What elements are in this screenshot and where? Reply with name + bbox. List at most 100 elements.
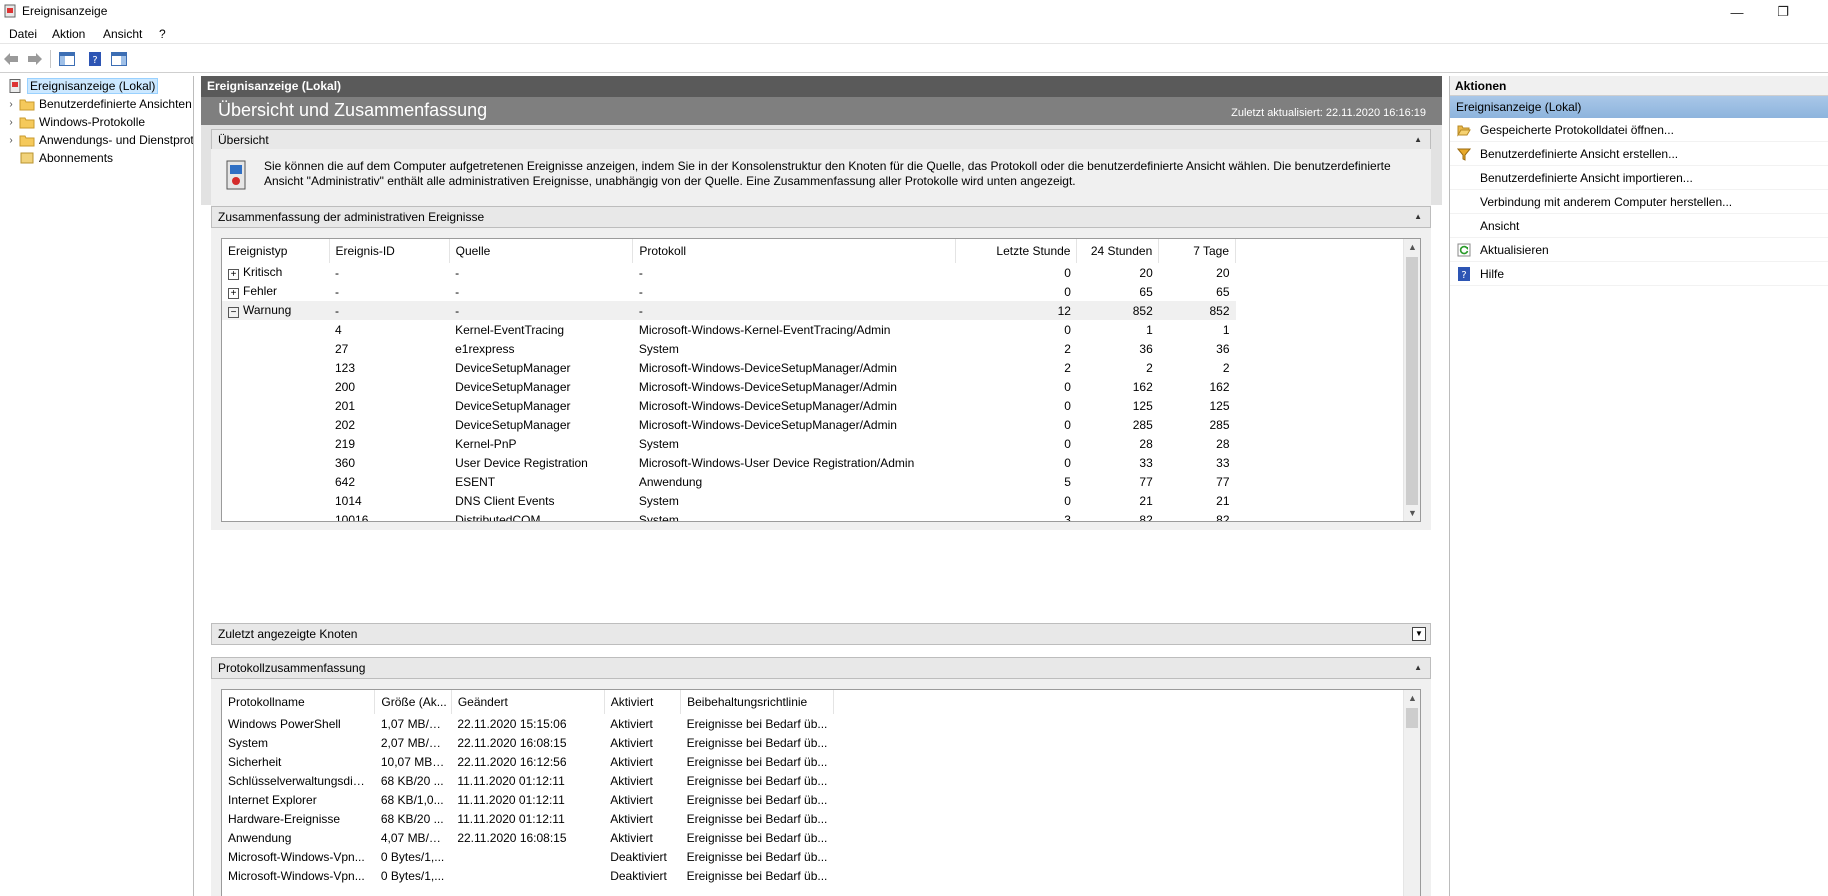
action-item[interactable]: Benutzerdefinierte Ansicht importieren..… — [1450, 166, 1828, 190]
table-row[interactable]: Microsoft-Windows-Vpn... 0 Bytes/1,... Dea… — [222, 847, 834, 866]
cell-size: 1,07 MB/1... — [380, 716, 446, 731]
column-header[interactable]: Geändert — [451, 690, 605, 714]
menu-aktion[interactable]: Aktion — [52, 27, 85, 41]
cell-day: 1 — [1146, 322, 1153, 337]
table-row[interactable]: 642 ESENT Anwendung 5 77 77 — [222, 472, 1236, 491]
cell-type — [222, 453, 329, 472]
cell-day: 20 — [1139, 265, 1153, 280]
show-tree-button[interactable] — [58, 50, 76, 67]
table-row[interactable]: 1014 DNS Client Events System 0 21 21 — [222, 491, 1236, 510]
table-row[interactable]: 200 DeviceSetupManager Microsoft-Windows-D… — [222, 377, 1236, 396]
chevron-right-icon[interactable]: › — [6, 99, 16, 110]
menu-datei[interactable]: Datei — [9, 27, 37, 41]
expand-icon[interactable]: ▼ — [1412, 627, 1426, 641]
cell-source: DeviceSetupManager — [455, 379, 571, 394]
table-row[interactable]: + Fehler - - - 0 65 65 — [222, 282, 1236, 301]
table-row[interactable]: Microsoft-Windows-Vpn... 0 Bytes/1,... Dea… — [222, 866, 834, 885]
expand-icon[interactable]: + — [228, 288, 239, 299]
table-row[interactable]: Internet Explorer 68 KB/1,0... 11.11.2020 … — [222, 790, 834, 809]
tree-item-app-service-logs[interactable]: › Anwendungs- und Dienstprotokolle — [6, 131, 193, 149]
table-row[interactable]: 27 e1rexpress System 2 36 36 — [222, 339, 1236, 358]
column-header[interactable]: Größe (Ak... — [374, 690, 452, 714]
cell-id: - — [335, 265, 339, 280]
column-header[interactable]: Protokollname — [222, 690, 376, 714]
event-viewer-app-icon — [4, 4, 16, 18]
table-row[interactable]: 219 Kernel-PnP System 0 28 28 — [222, 434, 1236, 453]
chevron-right-icon[interactable]: › — [6, 135, 16, 146]
tree-item-windows-logs[interactable]: › Windows-Protokolle — [6, 113, 145, 131]
table-row[interactable]: Schlüsselverwaltungsdie... 68 KB/20 ... 11… — [222, 771, 834, 790]
table-row[interactable]: Hardware-Ereignisse 68 KB/20 ... 11.11.202… — [222, 809, 834, 828]
action-item[interactable]: ? Hilfe — [1450, 262, 1828, 286]
column-header[interactable]: Protokoll — [632, 239, 957, 263]
arrow-left-icon — [4, 52, 18, 65]
help-toolbar-button[interactable]: ? — [86, 50, 104, 67]
table-row[interactable]: 10016 DistributedCOM System 3 82 82 — [222, 510, 1236, 522]
column-header[interactable]: Ereignistyp — [222, 239, 330, 263]
show-actions-button[interactable] — [110, 50, 128, 67]
table-row[interactable]: Sicherheit 10,07 MB/... 22.11.2020 16:12:5… — [222, 752, 834, 771]
column-header[interactable]: Letzte Stunde — [955, 239, 1078, 263]
actions-section-event-viewer[interactable]: Ereignisanzeige (Lokal) — [1450, 96, 1828, 118]
tree-item-custom-views[interactable]: › Benutzerdefinierte Ansichten — [6, 95, 191, 113]
scroll-up-icon[interactable]: ▲ — [1404, 239, 1420, 255]
column-header[interactable]: 24 Stunden — [1076, 239, 1160, 263]
title-bar: Ereignisanzeige — ❐ — [0, 0, 1828, 24]
collapse-icon[interactable]: ▲ — [1414, 135, 1422, 144]
menu-help[interactable]: ? — [159, 27, 166, 41]
table-row[interactable]: Anwendung 4,07 MB/2... 22.11.2020 16:08:15… — [222, 828, 834, 847]
tree-item-subscriptions[interactable]: Abonnements — [16, 149, 113, 167]
column-header[interactable]: Aktiviert — [604, 690, 682, 714]
table-row[interactable]: Windows PowerShell 1,07 MB/1... 22.11.2020… — [222, 714, 834, 733]
section-overview-header[interactable]: Übersicht ▲ — [211, 129, 1431, 151]
cell-id: 200 — [335, 379, 356, 394]
expand-icon[interactable]: + — [228, 269, 239, 280]
scroll-down-icon[interactable]: ▼ — [1404, 505, 1420, 521]
table-row[interactable]: 202 DeviceSetupManager Microsoft-Windows-D… — [222, 415, 1236, 434]
cell-week: 65 — [1216, 284, 1230, 299]
cell-enabled: Aktiviert — [610, 773, 653, 788]
forward-button[interactable] — [26, 50, 44, 67]
action-item[interactable]: Gespeicherte Protokolldatei öffnen... — [1450, 118, 1828, 142]
column-header[interactable]: Beibehaltungsrichtlinie — [680, 690, 834, 714]
folder-icon — [19, 135, 35, 147]
table-row[interactable]: System 2,07 MB/2... 22.11.2020 16:08:15 Akt… — [222, 733, 834, 752]
collapse-icon[interactable]: ▲ — [1414, 212, 1422, 221]
restore-button[interactable]: ❐ — [1760, 0, 1806, 24]
scroll-thumb[interactable] — [1406, 257, 1418, 505]
action-item[interactable]: Aktualisieren — [1450, 238, 1828, 262]
chevron-right-icon[interactable]: › — [6, 117, 16, 128]
cell-week: 28 — [1216, 436, 1230, 451]
action-item[interactable]: Verbindung mit anderem Computer herstell… — [1450, 190, 1828, 214]
scroll-up-icon[interactable]: ▲ — [1404, 690, 1420, 706]
section-log-summary-header[interactable]: Protokollzusammenfassung ▲ — [211, 657, 1431, 679]
tree-item-event-viewer-local[interactable]: Ereignisanzeige (Lokal) — [4, 77, 159, 95]
column-header[interactable]: Ereignis-ID — [329, 239, 450, 263]
admin-table-scrollbar[interactable]: ▲ ▼ — [1403, 239, 1420, 521]
minimize-button[interactable]: — — [1714, 0, 1760, 24]
cell-hour: 0 — [1064, 265, 1071, 280]
section-recent-nodes-header[interactable]: Zuletzt angezeigte Knoten ▼ — [211, 623, 1431, 645]
cell-id: 360 — [335, 455, 356, 470]
column-header[interactable]: Quelle — [449, 239, 634, 263]
column-header[interactable]: 7 Tage — [1158, 239, 1236, 263]
table-row[interactable]: 4 Kernel-EventTracing Microsoft-Windows-Ke… — [222, 320, 1236, 339]
log-table-scrollbar[interactable]: ▲ — [1403, 690, 1420, 896]
menu-ansicht[interactable]: Ansicht — [103, 27, 142, 41]
cell-enabled: Deaktiviert — [610, 868, 667, 883]
collapse-icon[interactable]: − — [228, 307, 239, 318]
section-admin-summary-header[interactable]: Zusammenfassung der administrativen Erei… — [211, 206, 1431, 228]
table-row[interactable]: 201 DeviceSetupManager Microsoft-Windows-D… — [222, 396, 1236, 415]
table-row[interactable]: 360 User Device Registration Microsoft-Win… — [222, 453, 1236, 472]
cell-week: 162 — [1209, 379, 1230, 394]
back-button[interactable] — [2, 50, 20, 67]
section-label: Zusammenfassung der administrativen Erei… — [218, 210, 485, 224]
collapse-icon[interactable]: ▲ — [1414, 663, 1422, 672]
action-item[interactable]: Benutzerdefinierte Ansicht erstellen... — [1450, 142, 1828, 166]
table-row[interactable]: 123 DeviceSetupManager Microsoft-Windows-D… — [222, 358, 1236, 377]
table-row[interactable]: + Kritisch - - - 0 20 20 — [222, 263, 1236, 282]
action-item[interactable]: Ansicht — [1450, 214, 1828, 238]
scroll-thumb[interactable] — [1406, 708, 1418, 728]
event-viewer-icon — [9, 79, 21, 93]
table-row[interactable]: − Warnung - - -12 852 852 — [222, 301, 1236, 320]
